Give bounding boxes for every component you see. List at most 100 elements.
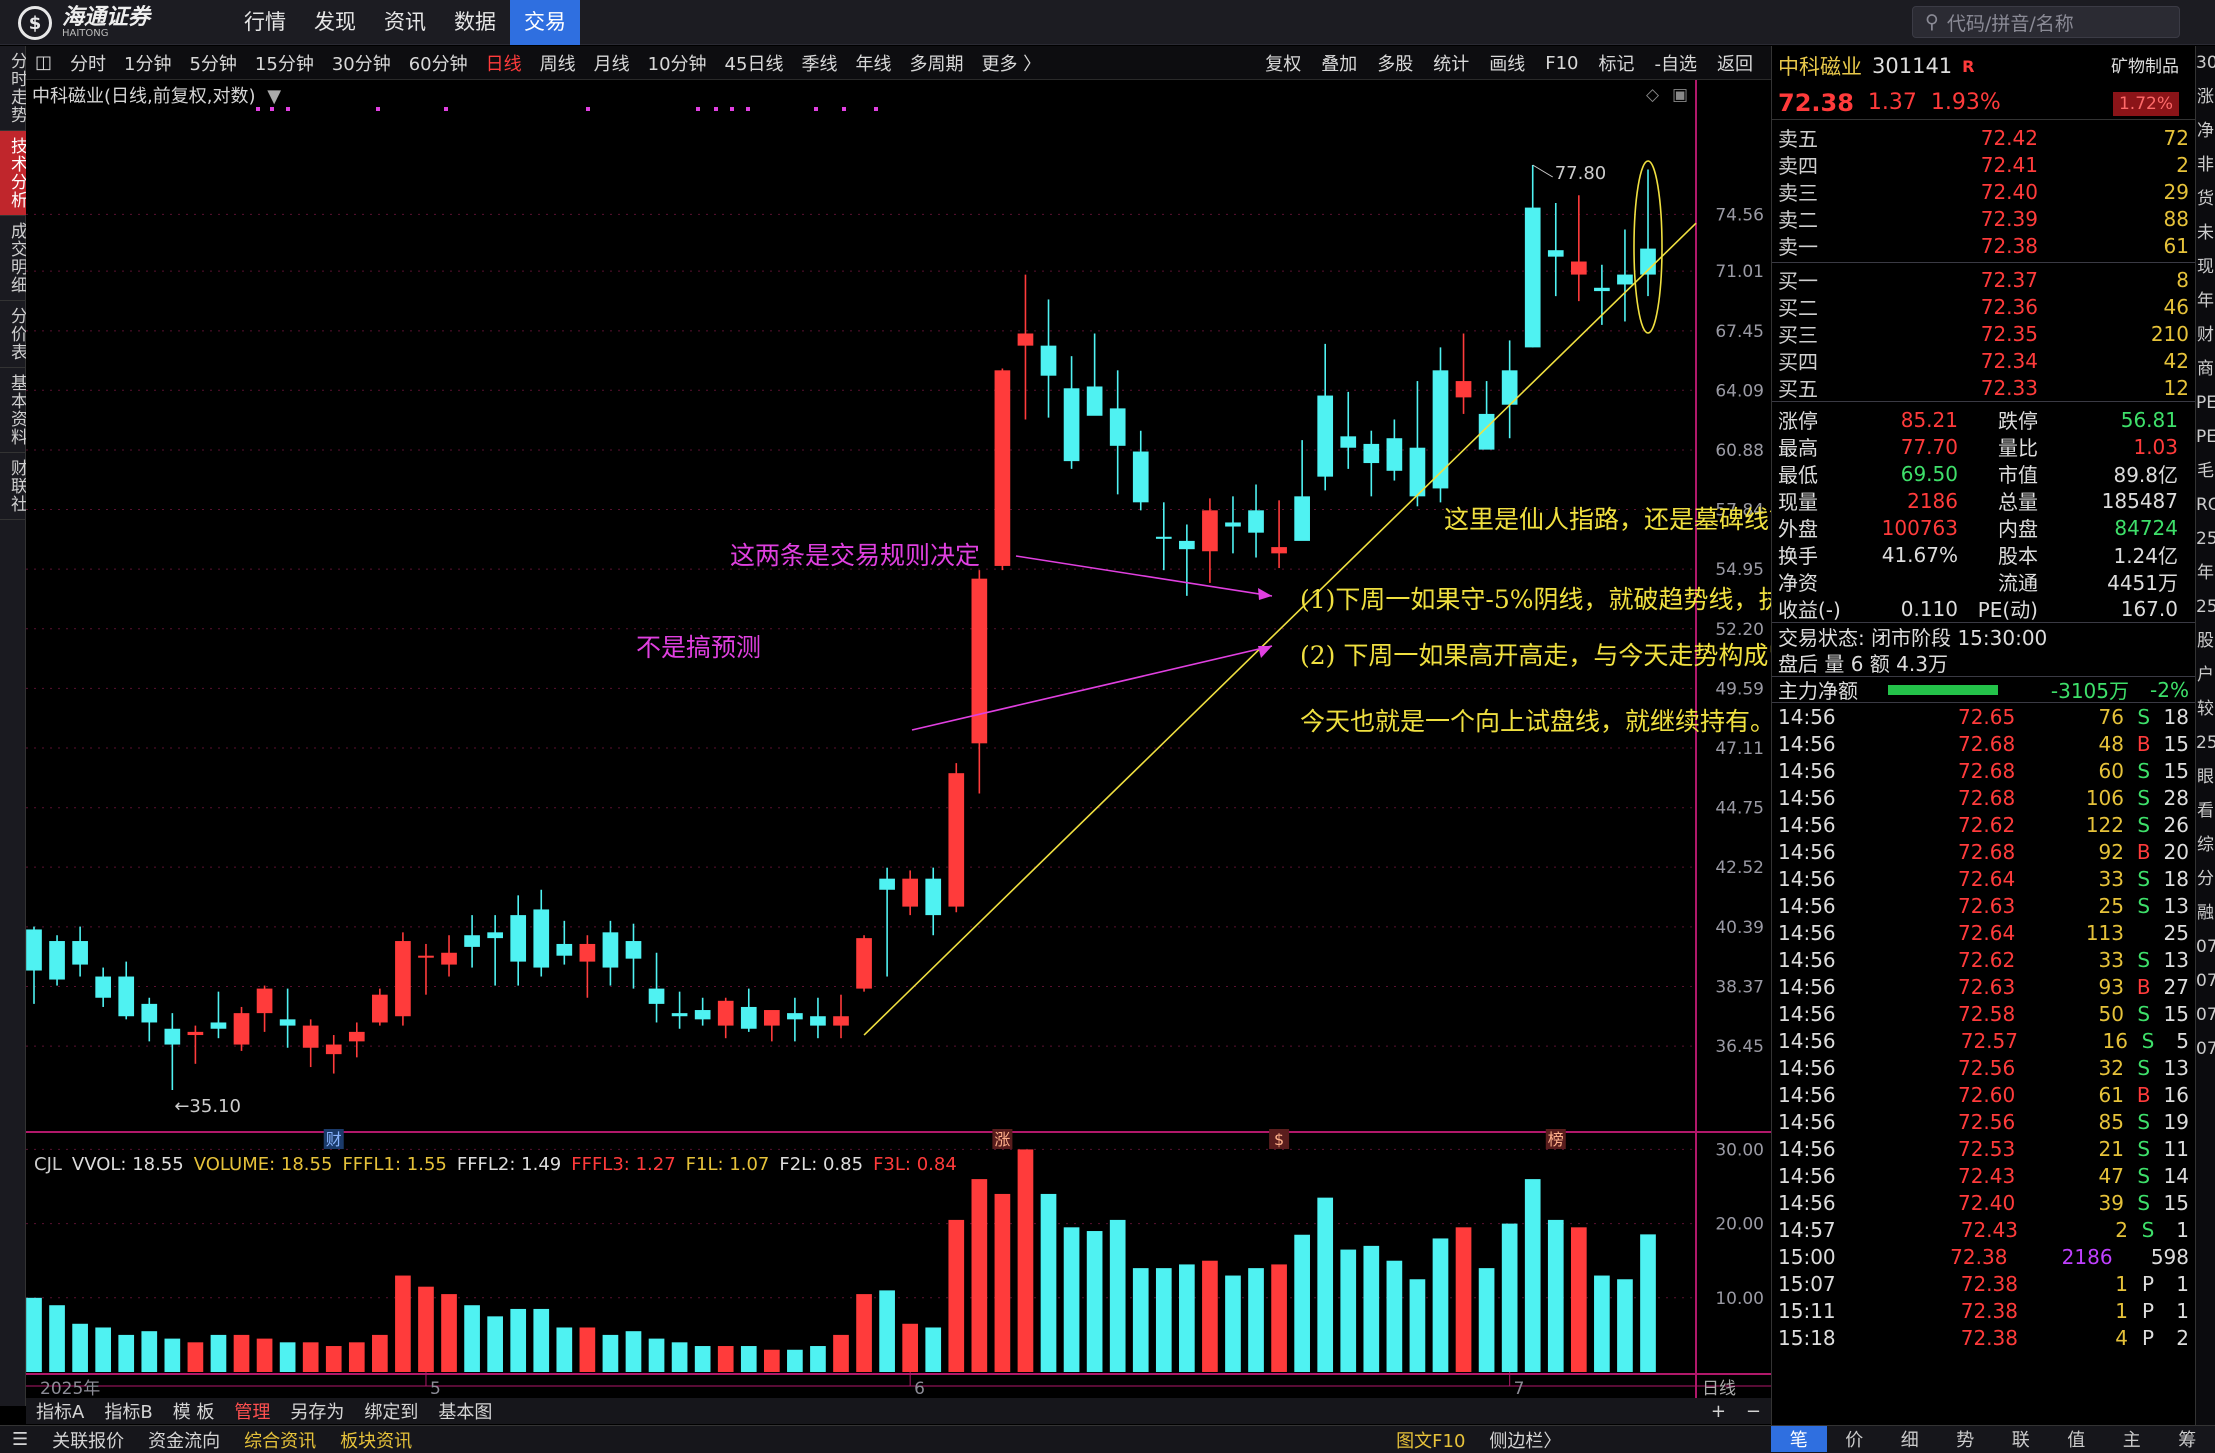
price-tick-label: 74.56	[1715, 205, 1764, 225]
period-tick[interactable]: 分时	[61, 50, 115, 76]
bid-row[interactable]: 买一 72.37 8	[1772, 266, 2195, 294]
related-quotes-link[interactable]: 关联报价	[40, 1427, 136, 1453]
menu-news[interactable]: 资讯	[370, 0, 440, 45]
sector-news-link[interactable]: 板块资讯	[328, 1427, 424, 1453]
period-quarterly[interactable]: 季线	[792, 50, 846, 76]
period-daily[interactable]: 日线	[477, 50, 531, 76]
bind-to-button[interactable]: 绑定到	[354, 1398, 428, 1424]
ask-row[interactable]: 卖四 72.41 2	[1772, 151, 2195, 179]
chevron-down-icon[interactable]: ▼	[267, 86, 281, 107]
zoom-out-button[interactable]: −	[1736, 1401, 1771, 1422]
manage-button[interactable]: 管理	[224, 1398, 280, 1424]
qtab-price[interactable]: 价	[1827, 1426, 1883, 1452]
volume-bar	[372, 1334, 388, 1372]
tick-count: 598	[2150, 1244, 2189, 1269]
tab-intraday[interactable]: 分时走势	[0, 46, 27, 131]
f10-link[interactable]: 图文F10	[1384, 1427, 1477, 1453]
zoom-in-button[interactable]: +	[1701, 1401, 1736, 1422]
volume-tick-label: 20.00	[1715, 1215, 1764, 1235]
indicator-name[interactable]: CJL	[34, 1154, 62, 1175]
tool-stats[interactable]: 统计	[1423, 50, 1479, 76]
tab-price-table[interactable]: 分价表	[0, 301, 27, 368]
volume-bar	[1294, 1234, 1310, 1372]
main-net-row: 主力净额 -3105万 -2%	[1772, 676, 2195, 703]
period-more[interactable]: 更多 〉	[972, 50, 1050, 76]
tick-list[interactable]: 14:56 72.65 76 S 18 14:56 72.68 48 B 15 14:56 72.68…	[1772, 703, 2195, 1351]
event-badge: 涨	[994, 1130, 1010, 1149]
save-as-button[interactable]: 另存为	[280, 1398, 354, 1424]
menu-data[interactable]: 数据	[440, 0, 510, 45]
tool-watchlist[interactable]: -自选	[1645, 50, 1708, 76]
tick-flag: P	[2141, 1325, 2155, 1350]
qtab-value[interactable]: 值	[2049, 1426, 2105, 1452]
period-10min[interactable]: 10分钟	[639, 50, 716, 76]
high-marker: 77.80	[1555, 163, 1607, 184]
menu-icon[interactable]: ☰	[0, 1429, 40, 1450]
sidebar-toggle[interactable]: 侧边栏〉	[1477, 1427, 1573, 1453]
tick-row: 15:07 72.38 1 P 1	[1772, 1270, 2195, 1297]
tool-overlay[interactable]: 叠加	[1311, 50, 1367, 76]
bid-row[interactable]: 买四 72.34 42	[1772, 347, 2195, 375]
stock-name[interactable]: 中科磁业	[1778, 51, 1862, 81]
tick-row: 14:56 72.56 85 S 19	[1772, 1108, 2195, 1135]
tab-trades[interactable]: 成交明细	[0, 216, 27, 301]
qtab-ticks[interactable]: 笔	[1771, 1426, 1827, 1452]
tool-multi-stock[interactable]: 多股	[1367, 50, 1423, 76]
indicator-b-button[interactable]: 指标B	[94, 1398, 162, 1424]
chart-stock-label: 中科磁业(日线,前复权,对数) ▼	[32, 82, 281, 108]
indicator-a-button[interactable]: 指标A	[26, 1398, 94, 1424]
menu-discover[interactable]: 发现	[300, 0, 370, 45]
period-weekly[interactable]: 周线	[531, 50, 585, 76]
ask-row[interactable]: 卖二 72.39 88	[1772, 205, 2195, 233]
tool-draw[interactable]: 画线	[1479, 50, 1535, 76]
bid-row[interactable]: 买三 72.35 210	[1772, 320, 2195, 348]
period-multi[interactable]: 多周期	[900, 50, 972, 76]
annotation-rule-note: 这两条是交易规则决定	[730, 541, 981, 570]
fund-flow-link[interactable]: 资金流向	[136, 1427, 232, 1453]
search-input[interactable]: ⚲ 代码/拼音/名称	[1912, 6, 2180, 38]
template-button[interactable]: 模 板	[163, 1398, 225, 1424]
basic-chart-button[interactable]: 基本图	[428, 1398, 502, 1424]
qtab-detail[interactable]: 细	[1882, 1426, 1938, 1452]
candle-body	[833, 1016, 849, 1026]
period-60min[interactable]: 60分钟	[400, 50, 477, 76]
qtab-trend[interactable]: 势	[1938, 1426, 1994, 1452]
tab-technical[interactable]: 技术分析	[0, 131, 27, 216]
bid-row[interactable]: 买五 72.33 12	[1772, 374, 2195, 402]
tab-profile[interactable]: 基本资料	[0, 368, 27, 453]
period-30min[interactable]: 30分钟	[323, 50, 400, 76]
ask-row[interactable]: 卖一 72.38 61	[1772, 232, 2195, 260]
stat-label: 现量	[1778, 490, 1818, 514]
candle-body	[579, 943, 596, 962]
general-news-link[interactable]: 综合资讯	[232, 1427, 328, 1453]
period-45day[interactable]: 45日线	[716, 50, 793, 76]
tool-mark[interactable]: 标记	[1589, 50, 1645, 76]
kline-chart[interactable]: 74.5671.0167.4564.0960.8857.8454.9552.20…	[26, 80, 1771, 1398]
period-monthly[interactable]: 月线	[585, 50, 639, 76]
kline-chart-area[interactable]: 74.56 71.01 67.45 64.09 60.88 57.84 54.95 52.20…	[26, 80, 1984, 1406]
period-5min[interactable]: 5分钟	[180, 50, 245, 76]
tick-row: 14:56 72.68 92 B 20	[1772, 838, 2195, 865]
period-1min[interactable]: 1分钟	[115, 50, 180, 76]
ask-row[interactable]: 卖三 72.40 29	[1772, 178, 2195, 206]
qtab-main[interactable]: 主	[2104, 1426, 2160, 1452]
bid-row[interactable]: 买二 72.36 46	[1772, 293, 2195, 321]
volume-bar	[1155, 1268, 1172, 1372]
menu-quotes[interactable]: 行情	[230, 0, 300, 45]
sector-tag[interactable]: 矿物制品	[2111, 52, 2179, 77]
period-yearly[interactable]: 年线	[846, 50, 900, 76]
period-15min[interactable]: 15分钟	[246, 50, 323, 76]
indicator-fffl1: FFFL1: 1.55	[342, 1154, 447, 1175]
qtab-linked[interactable]: 联	[1993, 1426, 2049, 1452]
tick-count: 19	[2163, 1109, 2189, 1134]
qtab-chips[interactable]: 筹	[2160, 1426, 2215, 1452]
tool-adjust[interactable]: 复权	[1255, 50, 1311, 76]
volume-bar	[717, 1346, 734, 1372]
ask-row[interactable]: 卖五 72.42 72	[1772, 124, 2195, 152]
menu-trade[interactable]: 交易	[510, 0, 580, 45]
toggle-sidebar-icon[interactable]: ◫	[26, 52, 61, 73]
tick-time: 15:18	[1778, 1325, 1836, 1350]
tool-f10[interactable]: F10	[1535, 53, 1588, 74]
tool-back[interactable]: 返回	[1707, 50, 1763, 76]
tab-cls-news[interactable]: 财联社	[0, 453, 27, 520]
